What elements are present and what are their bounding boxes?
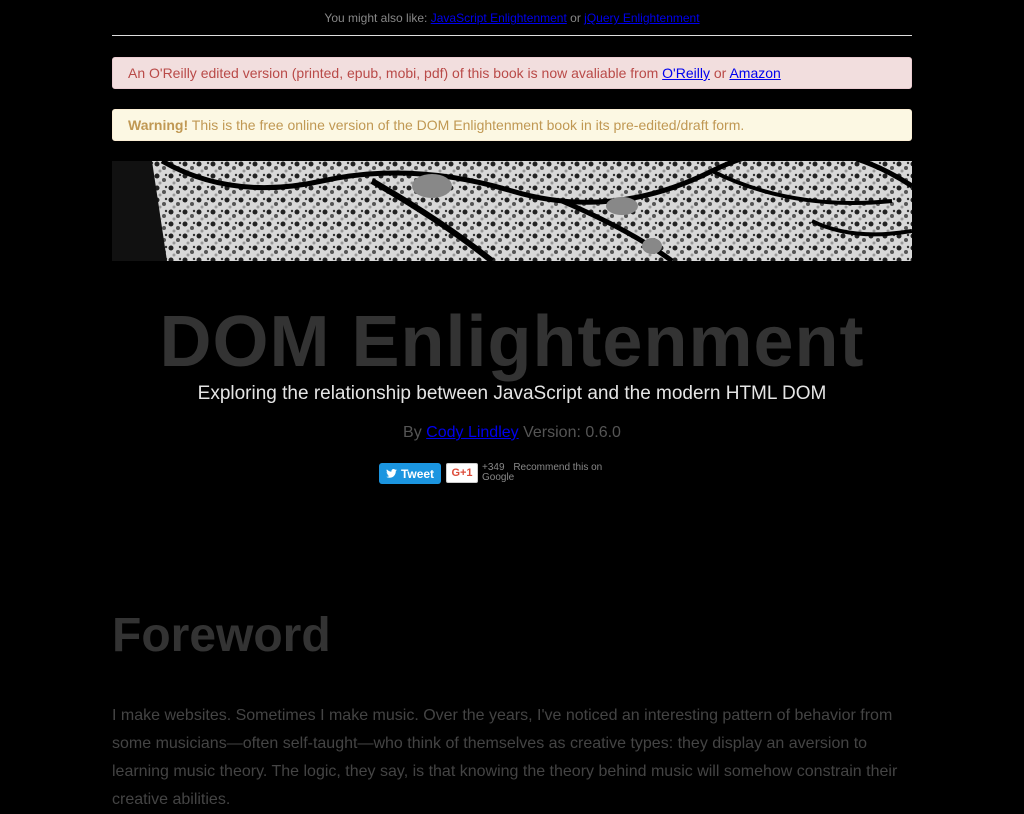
twitter-bird-icon [386,467,397,481]
version-text: Version: 0.6.0 [523,424,621,441]
amazon-link[interactable]: Amazon [729,65,780,81]
tweet-button[interactable]: Tweet [379,463,441,484]
javascript-enlightenment-link[interactable]: JavaScript Enlightenment [431,11,567,25]
tree-canopy-banner [112,161,912,261]
jquery-enlightenment-link[interactable]: jQuery Enlightenment [584,11,699,25]
gplus-recommendation: +349 Recommend this on Google [482,463,617,483]
related-books-bar: You might also like: JavaScript Enlighte… [0,0,1024,36]
warning-label: Warning! [128,117,189,133]
social-buttons: Tweet G+1 +349 Recommend this on Google [379,463,617,485]
related-or: or [570,11,581,25]
tweet-label: Tweet [400,466,435,481]
warning-text: This is the free online version of the D… [191,117,745,133]
book-subtitle: Exploring the relationship between JavaS… [197,383,827,404]
related-books-prefix: You might also like: [324,11,428,25]
byline: By Cody Lindley Version: 0.6.0 [0,421,1024,445]
author-link[interactable]: Cody Lindley [426,424,519,441]
oreilly-notice: An O'Reilly edited version (printed, epu… [112,57,912,89]
draft-warning-notice: Warning! This is the free online version… [112,109,912,141]
foreword-heading: Foreword [112,609,331,662]
oreilly-or: or [713,65,727,81]
foreword-paragraph: I make websites. Sometimes I make music.… [112,707,898,808]
google-plus-one-button[interactable]: G+1 [446,463,478,483]
gplus-label: G+1 [451,467,473,479]
book-title: DOM Enlightenment [159,302,865,382]
byline-prefix: By [403,424,422,441]
oreilly-link[interactable]: O'Reilly [662,65,710,81]
top-divider [112,35,912,36]
oreilly-notice-text: An O'Reilly edited version (printed, epu… [128,65,659,81]
